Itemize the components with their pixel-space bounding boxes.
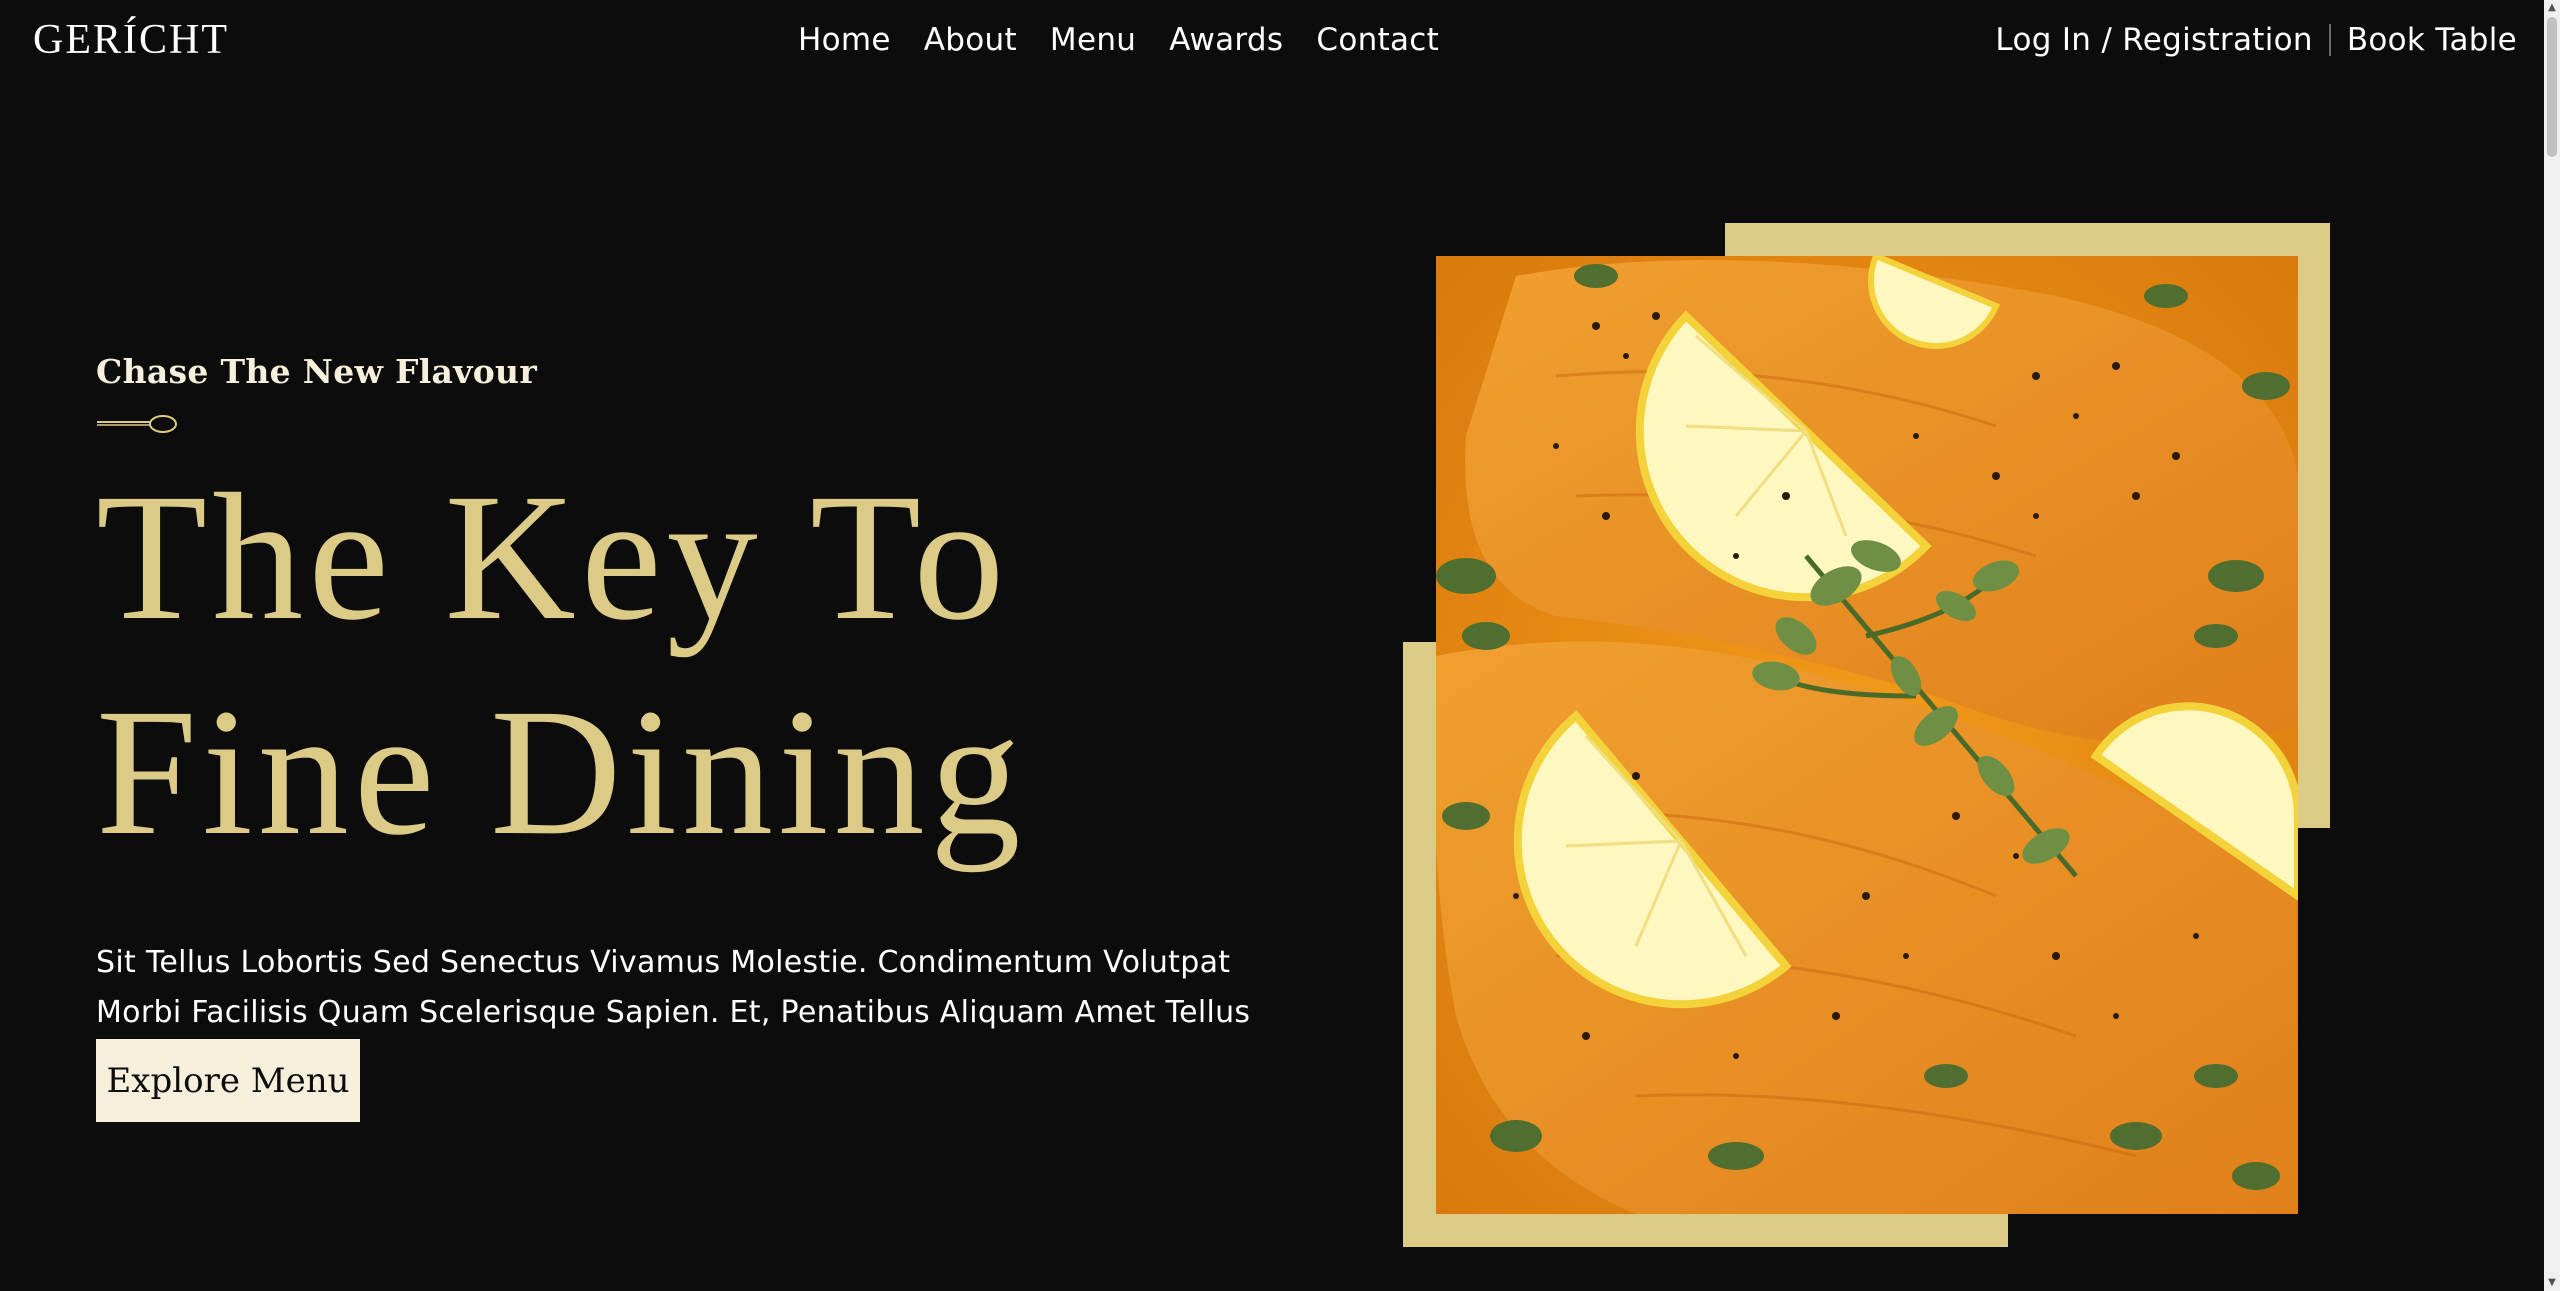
login-link[interactable]: Log In / Registration	[1995, 18, 2312, 62]
nav-link-contact[interactable]: Contact	[1316, 18, 1439, 62]
scroll-up-icon[interactable]: ▲	[2544, 0, 2560, 16]
page: GERÍCHT Home About Menu Awards Contact L…	[0, 0, 2544, 1291]
nav-actions: Log In / Registration Book Table	[1995, 18, 2517, 62]
main-nav: Home About Menu Awards Contact	[798, 18, 1472, 62]
hero-description: Sit Tellus Lobortis Sed Senectus Vivamus…	[96, 945, 1251, 1030]
salmon-dish-image	[1436, 256, 2298, 1214]
explore-menu-button[interactable]: Explore Menu	[96, 1039, 360, 1122]
nav-link-awards[interactable]: Awards	[1169, 18, 1283, 62]
spoon-icon	[97, 415, 177, 433]
nav-link-home[interactable]: Home	[798, 18, 891, 62]
salmon-illustration	[1436, 256, 2298, 1214]
scroll-thumb[interactable]	[2547, 17, 2557, 157]
hero-headline: The Key To Fine Dining	[96, 450, 1026, 880]
nav-link-about[interactable]: About	[924, 18, 1017, 62]
hero-subtitle: Chase The New Flavour	[96, 352, 538, 391]
headline-line-2: Fine Dining	[96, 672, 1026, 873]
book-table-link[interactable]: Book Table	[2347, 18, 2517, 62]
scroll-down-icon[interactable]: ▼	[2544, 1275, 2560, 1291]
page-scrollbar[interactable]: ▲ ▼	[2544, 0, 2560, 1291]
nav-link-menu[interactable]: Menu	[1050, 18, 1136, 62]
nav-divider	[2328, 24, 2331, 56]
logo[interactable]: GERÍCHT	[33, 14, 229, 66]
headline-line-1: The Key To	[96, 457, 1010, 658]
